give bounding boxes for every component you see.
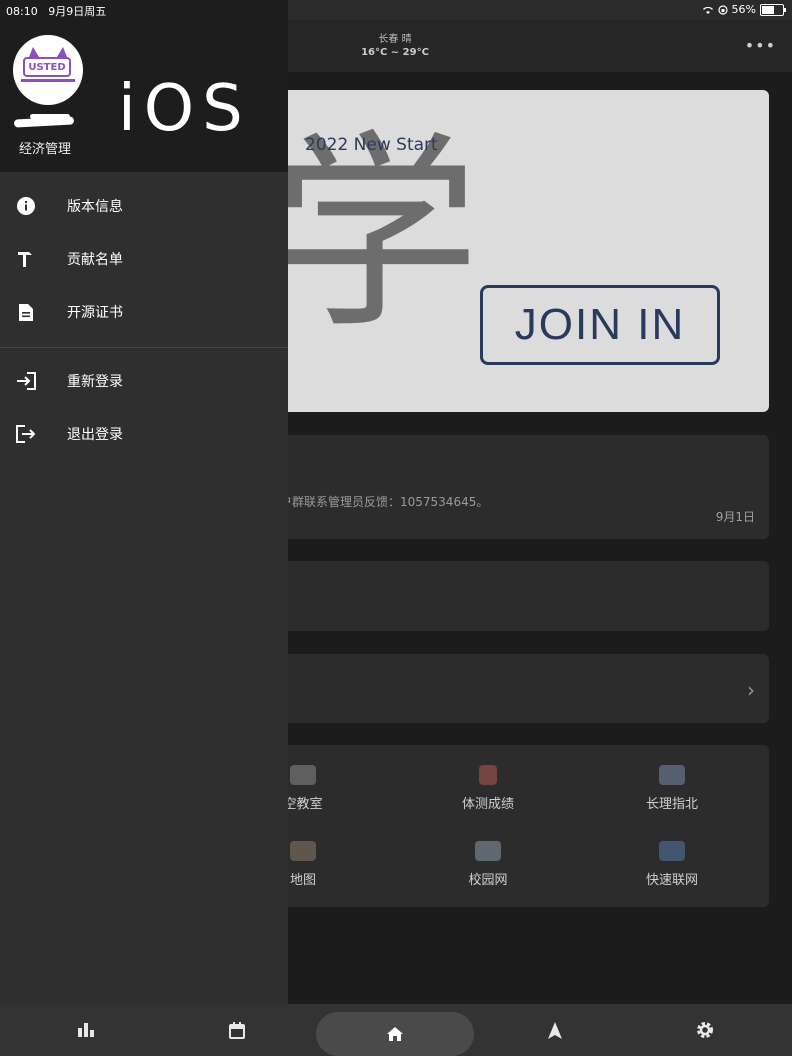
- drawer-header: USTED iOS 经济管理: [0, 0, 288, 172]
- info-icon: [15, 195, 37, 217]
- menu-label: 开源证书: [67, 305, 123, 321]
- home-icon: [387, 1027, 403, 1041]
- menu-relogin[interactable]: 重新登录: [0, 355, 288, 407]
- menu-divider: [0, 347, 288, 348]
- calendar-icon: [229, 1021, 245, 1039]
- menu-label: 退出登录: [67, 427, 123, 443]
- menu-version-info[interactable]: 版本信息: [0, 180, 288, 232]
- logout-icon: [15, 423, 37, 445]
- status-right: 56%: [702, 3, 786, 16]
- stats-icon: [78, 1023, 94, 1037]
- login-icon: [15, 370, 37, 392]
- status-date: 9月9日周五: [48, 5, 107, 18]
- nav-home[interactable]: [316, 1012, 474, 1056]
- status-time: 08:10: [6, 5, 38, 18]
- redaction-mark: [30, 114, 70, 119]
- drawer-scrim[interactable]: [288, 20, 792, 1004]
- nav-settings[interactable]: [660, 1004, 750, 1056]
- document-icon: [15, 301, 37, 323]
- orientation-lock-icon: [717, 4, 728, 15]
- navigation-icon: [548, 1021, 562, 1039]
- battery-percent: 56%: [731, 3, 756, 16]
- navigation-drawer: USTED iOS 经济管理 版本信息 贡献名单 开源证书 重新登录 退出登录: [0, 0, 288, 1004]
- cat-ears-icon: [29, 47, 67, 57]
- handwriting-annotation: iOS: [118, 72, 251, 146]
- wifi-status-icon: [702, 6, 713, 14]
- menu-label: 版本信息: [67, 199, 123, 215]
- hammer-icon: [15, 248, 37, 270]
- menu-open-source-license[interactable]: 开源证书: [0, 286, 288, 338]
- status-time-date: 08:10 9月9日周五: [6, 3, 106, 19]
- user-major: 经济管理: [19, 142, 72, 157]
- avatar[interactable]: USTED: [13, 35, 83, 105]
- nav-stats[interactable]: [41, 1004, 131, 1056]
- status-bar: 08:10 9月9日周五 56%: [0, 0, 792, 20]
- menu-logout[interactable]: 退出登录: [0, 408, 288, 460]
- menu-label: 重新登录: [67, 374, 123, 390]
- battery-icon: [760, 3, 786, 16]
- menu-label: 贡献名单: [67, 252, 123, 268]
- bottom-navigation: [0, 1004, 792, 1056]
- avatar-badge: USTED: [23, 57, 71, 77]
- nav-calendar[interactable]: [192, 1004, 282, 1056]
- avatar-underline: [21, 79, 75, 82]
- settings-icon: [697, 1022, 713, 1038]
- menu-contributors[interactable]: 贡献名单: [0, 233, 288, 285]
- nav-navigation[interactable]: [510, 1004, 600, 1056]
